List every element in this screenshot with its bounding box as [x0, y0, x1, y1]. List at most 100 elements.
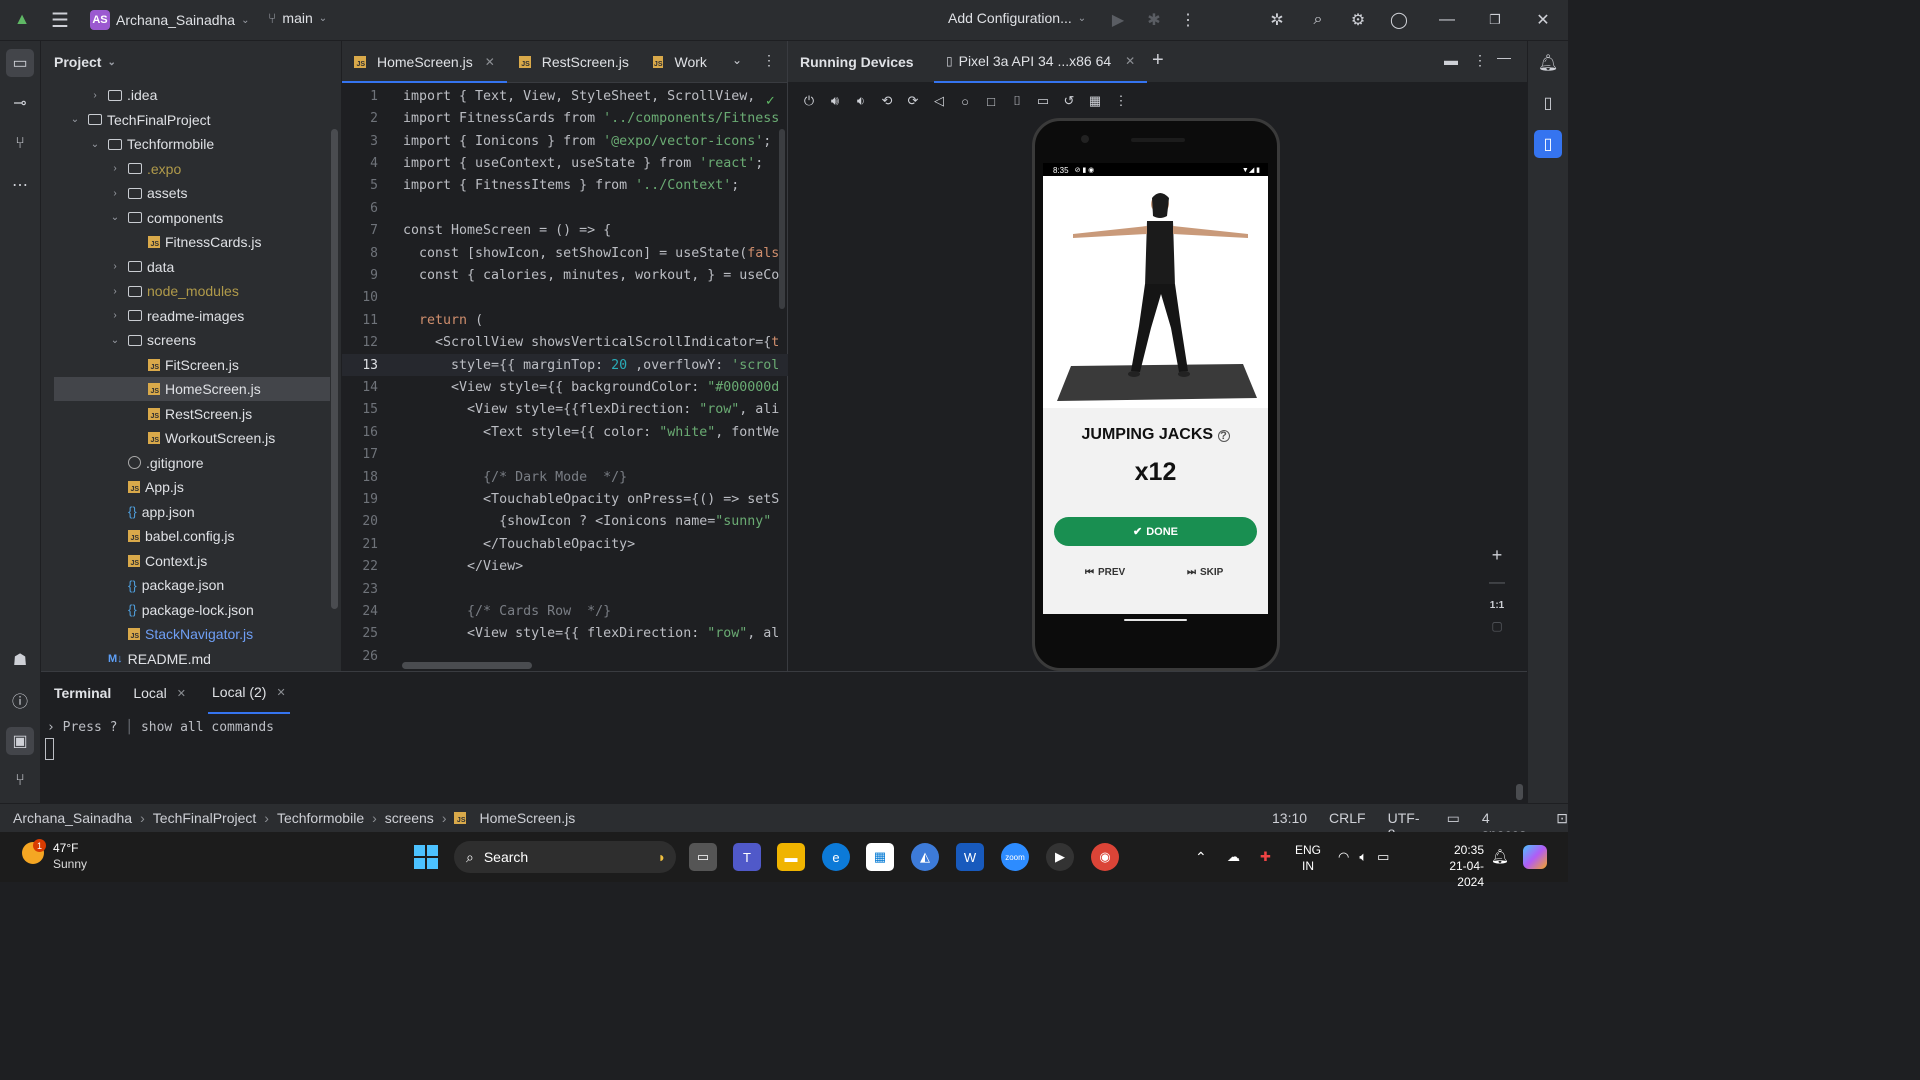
app-tray-icon[interactable]: ✚ [1260, 849, 1271, 865]
minimize-window-icon[interactable]: — [1433, 6, 1461, 34]
snapshot-icon[interactable]: ↺ [1060, 92, 1078, 110]
code-line[interactable]: 4 import { useContext, useState } from 'r… [342, 152, 788, 175]
tree-file-row[interactable]: JS StackNavigator.js [54, 622, 330, 646]
code-line[interactable]: 25 <View style={{ flexDirection: "row", … [342, 623, 788, 646]
chevron-right-icon[interactable]: › [88, 90, 102, 101]
tree-file-row[interactable]: JS FitnessCards.js [54, 230, 330, 254]
zoom-actual-size[interactable]: 1:1 [1490, 600, 1504, 611]
tab-restscreen[interactable]: JS RestScreen.js [507, 41, 641, 83]
clock-widget[interactable]: 20:35 21-04-2024 [1424, 842, 1484, 890]
tree-file-row[interactable]: JS RestScreen.js [54, 402, 330, 426]
tab-local-2[interactable]: Local (2) ✕ [208, 672, 290, 714]
power-icon[interactable]: ⏻ [800, 92, 818, 110]
close-tab-icon[interactable]: ✕ [485, 55, 495, 69]
zoom-out-icon[interactable]: — [1489, 574, 1505, 592]
code-line[interactable]: 18 {/* Dark Mode */} [342, 466, 788, 489]
tab-homescreen[interactable]: JS HomeScreen.js ✕ [342, 41, 507, 83]
code-area[interactable]: 1 import { Text, View, StyleSheet, Scroll… [342, 85, 788, 669]
tree-file-row[interactable]: .gitignore [54, 451, 330, 475]
word-icon[interactable]: W [956, 843, 984, 871]
tree-file-row[interactable]: {} package.json [54, 573, 330, 597]
code-line[interactable]: 6 [342, 197, 788, 220]
bug-report-icon[interactable]: ✲ [1263, 6, 1291, 34]
tree-folder-row[interactable]: › data [54, 255, 330, 279]
code-line[interactable]: 13 style={{ marginTop: 20 ,overflowY: 's… [342, 353, 788, 377]
terminal-tool-icon[interactable]: ▣ [6, 727, 34, 755]
taskbar-search-box[interactable]: ⌕ Search ◗ [454, 841, 676, 873]
teams-icon[interactable]: T [733, 843, 761, 871]
screenshot-icon[interactable]: ⌷ [1008, 92, 1026, 110]
run-icon[interactable]: ▶ [1104, 6, 1132, 34]
back-icon[interactable]: ◁ [930, 92, 948, 110]
project-tool-icon[interactable]: ▭ [6, 49, 34, 77]
zoom-fit-icon[interactable]: ▢ [1491, 619, 1502, 633]
code-line[interactable]: 19 <TouchableOpacity onPress={() => setS [342, 488, 788, 511]
code-line[interactable]: 15 <View style={{flexDirection: "row", a… [342, 399, 788, 422]
tree-file-row[interactable]: JS App.js [54, 475, 330, 499]
windows-start-icon[interactable] [414, 845, 438, 869]
search-icon[interactable]: ⌕ [1304, 6, 1332, 34]
tree-folder-row[interactable]: ⌄ components [54, 206, 330, 230]
chevron-down-icon[interactable]: ⌄ [88, 139, 102, 150]
tree-file-row[interactable]: JS Context.js [54, 549, 330, 573]
rotate-left-icon[interactable]: ⟲ [878, 92, 896, 110]
more-options-icon[interactable]: ⋮ [1112, 92, 1130, 110]
screen-record-icon[interactable]: ▭ [1034, 92, 1052, 110]
tree-file-row[interactable]: JS WorkoutScreen.js [54, 426, 330, 450]
tree-folder-row[interactable]: › readme-images [54, 304, 330, 328]
code-line[interactable]: 5 import { FitnessItems } from '../Contex… [342, 175, 788, 198]
more-tools-icon[interactable]: ⋯ [6, 171, 34, 199]
code-line[interactable]: 10 [342, 287, 788, 310]
version-control-icon[interactable]: ⑂ [6, 767, 34, 795]
settings-gear-icon[interactable]: ⚙ [1344, 6, 1372, 34]
options-icon[interactable]: ⋮ [1473, 52, 1487, 69]
tree-file-row[interactable]: JS FitScreen.js [54, 353, 330, 377]
chevron-right-icon[interactable]: › [108, 310, 122, 321]
chevron-right-icon[interactable]: › [108, 163, 122, 174]
done-button[interactable]: ✔ DONE [1054, 517, 1257, 546]
input-language-indicator[interactable]: ENG IN [1295, 842, 1321, 874]
terminal-scrollbar[interactable] [1516, 784, 1523, 800]
close-tab-icon[interactable]: ✕ [1125, 54, 1135, 68]
tree-file-row[interactable]: {} package-lock.json [54, 598, 330, 622]
code-line[interactable]: 1 import { Text, View, StyleSheet, Scroll… [342, 85, 788, 108]
tree-folder-row[interactable]: ⌄ screens [54, 328, 330, 352]
code-line[interactable]: 20 {showIcon ? <Ionicons name="sunny" [342, 511, 788, 534]
branch-switcher[interactable]: ⑂ main ⌄ [268, 10, 327, 26]
restore-window-icon[interactable]: ❐ [1481, 6, 1509, 34]
zoom-in-icon[interactable]: + [1492, 545, 1503, 566]
tabs-overflow-chevron-icon[interactable]: ⌄ [732, 53, 742, 67]
code-line[interactable]: 14 <View style={{ backgroundColor: "#000… [342, 376, 788, 399]
run-configuration-selector[interactable]: Add Configuration... ⌄ [948, 10, 1086, 26]
breadcrumb-item[interactable]: HomeScreen.js [479, 810, 575, 826]
close-window-icon[interactable]: ✕ [1529, 6, 1557, 34]
microsoft-store-icon[interactable]: ▦ [866, 843, 894, 871]
vertical-scrollbar[interactable] [779, 129, 785, 309]
file-explorer-icon[interactable]: ▬ [777, 843, 805, 871]
tree-file-row[interactable]: JS babel.config.js [54, 524, 330, 548]
add-device-icon[interactable]: + [1152, 49, 1164, 72]
chevron-right-icon[interactable]: › [108, 261, 122, 272]
volume-up-icon[interactable]: 🔊︎ [826, 92, 844, 110]
terminal-cursor[interactable] [45, 738, 54, 760]
tree-folder-row[interactable]: ⌄ Techformobile [54, 132, 330, 156]
code-line[interactable]: 17 [342, 443, 788, 466]
chevron-right-icon[interactable]: › [108, 286, 122, 297]
edge-browser-icon[interactable]: e [822, 843, 850, 871]
gesture-nav-bar[interactable] [1124, 619, 1187, 621]
media-player-icon[interactable]: ▶ [1046, 843, 1074, 871]
code-line[interactable]: 12 <ScrollView showsVerticalScrollIndica… [342, 331, 788, 354]
layout-icon[interactable]: ▬ [1444, 52, 1458, 68]
code-line[interactable]: 23 [342, 578, 788, 601]
android-studio-taskbar-icon[interactable]: ◭ [911, 843, 939, 871]
tab-options-icon[interactable]: ⋮ [762, 52, 776, 69]
zoom-app-icon[interactable]: zoom [1001, 843, 1029, 871]
main-menu-icon[interactable]: ☰ [46, 6, 74, 34]
chevron-right-icon[interactable]: › [108, 188, 122, 199]
commit-tool-icon[interactable]: ⊸ [6, 89, 34, 117]
pull-requests-icon[interactable]: ⑂ [6, 130, 34, 158]
show-hidden-icons-chevron-up-icon[interactable]: ⌃ [1195, 849, 1207, 866]
task-view-icon[interactable]: ▭ [689, 843, 717, 871]
code-line[interactable]: 22 </View> [342, 555, 788, 578]
code-line[interactable]: 16 <Text style={{ color: "white", fontWe [342, 421, 788, 444]
